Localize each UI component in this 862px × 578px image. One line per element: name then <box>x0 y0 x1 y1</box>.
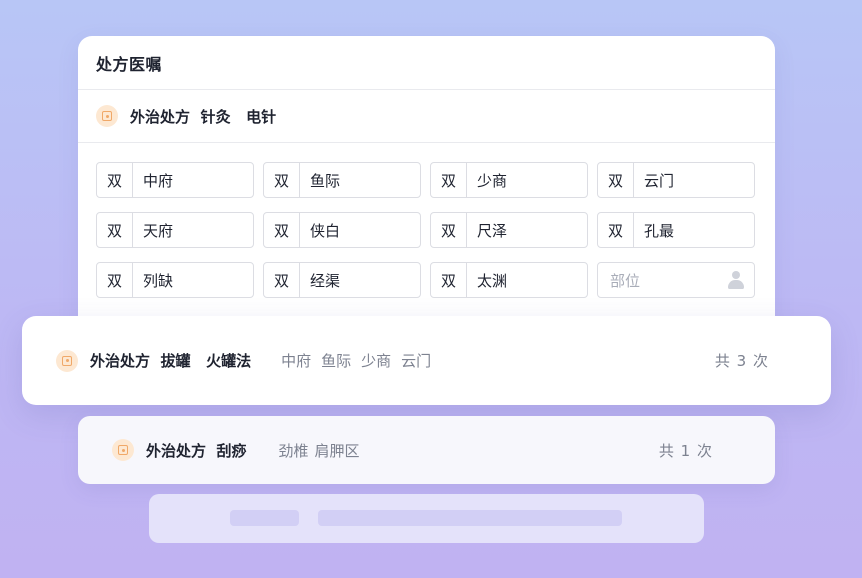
side-select[interactable]: 双 <box>264 263 300 297</box>
side-select[interactable]: 双 <box>264 163 300 197</box>
acupoint-field[interactable]: 双列缺 <box>96 262 254 298</box>
card-header: 处方医嘱 <box>78 36 775 90</box>
acupoint-name: 列缺 <box>143 271 174 290</box>
side-select[interactable]: 双 <box>431 163 467 197</box>
placeholder-card <box>149 494 704 543</box>
acupoint-field[interactable]: 双孔最 <box>597 212 755 248</box>
body-part-input[interactable]: 部位 <box>597 262 755 298</box>
side-select[interactable]: 双 <box>97 163 133 197</box>
acupoint-field[interactable]: 双中府 <box>96 162 254 198</box>
side-select[interactable]: 双 <box>431 213 467 247</box>
skeleton-bar <box>230 510 299 526</box>
gua-sha-prescription-card[interactable]: 外治处方 刮痧 劲椎 肩胛区 共 1 次 <box>78 416 775 484</box>
cupping-prescription-card[interactable]: 外治处方 拔罐 火罐法 中府 鱼际 少商 云门 共 3 次 <box>22 316 831 405</box>
acupoint-field[interactable]: 双少商 <box>430 162 588 198</box>
acupoint-name: 尺泽 <box>477 221 508 240</box>
acupoint-field[interactable]: 双鱼际 <box>263 162 421 198</box>
acupoint-field[interactable]: 双太渊 <box>430 262 588 298</box>
acupoint-field[interactable]: 双侠白 <box>263 212 421 248</box>
acupoint-grid: 双中府 双鱼际 双少商 双云门 双天府 双侠白 双尺泽 双孔最 双列缺 双经渠 … <box>96 162 755 298</box>
card-title: 处方医嘱 <box>96 54 163 74</box>
acupoint-field[interactable]: 双天府 <box>96 212 254 248</box>
acupoint-name: 中府 <box>143 171 174 190</box>
cupping-points: 中府 鱼际 少商 云门 <box>281 350 431 371</box>
acupoint-name: 经渠 <box>310 271 341 290</box>
acupoint-field[interactable]: 双经渠 <box>263 262 421 298</box>
acupoint-name: 太渊 <box>477 271 508 290</box>
acupoint-name: 云门 <box>644 171 675 190</box>
prescription-icon <box>56 349 78 372</box>
acupuncture-prescription-label: 外治处方 针灸 电针 <box>130 107 277 126</box>
person-icon <box>728 271 744 289</box>
acupoint-field[interactable]: 双云门 <box>597 162 755 198</box>
gua-sha-prescription-label: 外治处方 刮痧 <box>146 441 247 460</box>
point-label: 少商 <box>361 352 392 370</box>
gua-sha-points: 劲椎 肩胛区 <box>278 440 359 461</box>
acupuncture-prescription-row[interactable]: 外治处方 针灸 电针 <box>78 90 775 143</box>
acupoint-name: 鱼际 <box>310 171 341 190</box>
cupping-count: 共 3 次 <box>714 352 769 370</box>
side-select[interactable]: 双 <box>598 213 634 247</box>
side-select[interactable]: 双 <box>97 213 133 247</box>
acupoint-name: 少商 <box>477 171 508 190</box>
side-select[interactable]: 双 <box>264 213 300 247</box>
body-part-placeholder: 部位 <box>610 271 641 290</box>
point-label: 劲椎 <box>278 441 309 460</box>
point-label: 肩胛区 <box>314 441 360 460</box>
acupoint-name: 天府 <box>143 221 174 240</box>
prescription-icon <box>112 439 134 461</box>
acupoint-field[interactable]: 双尺泽 <box>430 212 588 248</box>
acupoint-name: 侠白 <box>310 221 341 240</box>
skeleton-bar <box>318 510 622 526</box>
side-select[interactable]: 双 <box>97 263 133 297</box>
acupoint-name: 孔最 <box>644 221 675 240</box>
point-label: 中府 <box>281 352 312 370</box>
side-select[interactable]: 双 <box>431 263 467 297</box>
side-select[interactable]: 双 <box>598 163 634 197</box>
point-label: 云门 <box>401 352 432 370</box>
cupping-prescription-label: 外治处方 拔罐 火罐法 <box>90 352 252 370</box>
prescription-icon <box>96 105 118 127</box>
prescription-card: 处方医嘱 外治处方 针灸 电针 双中府 双鱼际 双少商 双云门 双天府 双侠白 … <box>78 36 775 336</box>
gua-sha-count: 共 1 次 <box>658 441 713 460</box>
point-label: 鱼际 <box>321 352 352 370</box>
